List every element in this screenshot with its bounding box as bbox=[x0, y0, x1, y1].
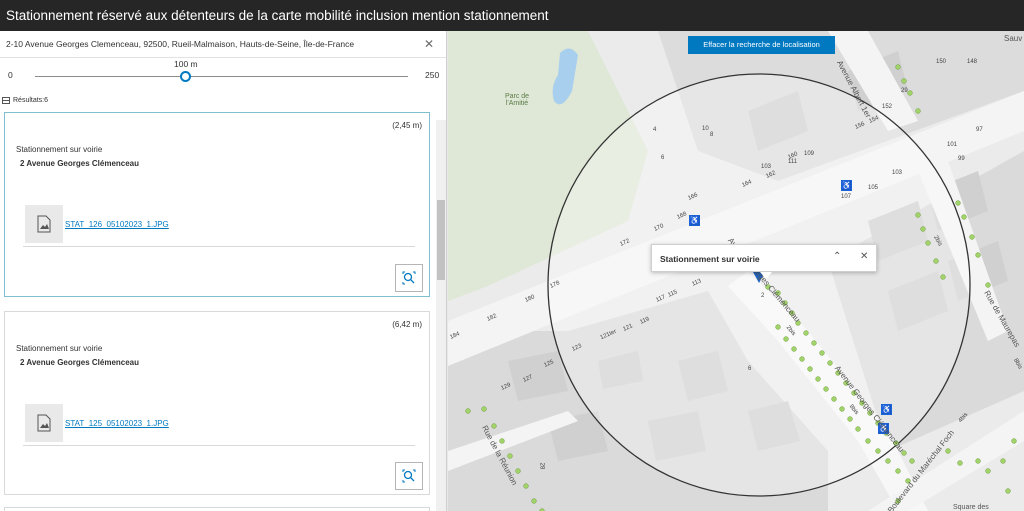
attachment-link[interactable]: STAT_126_05102023_1.JPG bbox=[65, 220, 169, 229]
image-file-icon bbox=[25, 404, 63, 442]
house-number: 6 bbox=[748, 366, 752, 372]
zoom-to-icon bbox=[402, 469, 416, 483]
street-label: Sauv bbox=[1004, 34, 1023, 43]
street-label: Square des bbox=[953, 504, 989, 511]
house-number: 99 bbox=[958, 156, 965, 162]
house-number: 107 bbox=[841, 194, 852, 200]
house-number: 10 bbox=[702, 126, 709, 132]
distance-slider[interactable]: 0 100 m 250 bbox=[0, 58, 446, 92]
result-type: Stationnement sur voirie bbox=[16, 145, 103, 154]
park-label: Parc de l'Amitié bbox=[504, 93, 530, 107]
slider-min-label: 0 bbox=[8, 70, 13, 80]
results-label: Résultats:6 bbox=[13, 97, 49, 104]
zoom-to-icon bbox=[402, 271, 416, 285]
zoom-to-button[interactable] bbox=[395, 264, 423, 292]
slider-thumb[interactable] bbox=[180, 71, 191, 82]
zoom-to-button[interactable] bbox=[395, 462, 423, 490]
table-icon bbox=[2, 97, 10, 104]
map-view[interactable]: ♿ ♿ ♿ ♿ Parc de l'Amitié Avenue Albert 1… bbox=[448, 31, 1024, 511]
result-card[interactable]: (6,42 m) Stationnement sur voirie 2 Aven… bbox=[4, 311, 430, 495]
attachment-item: STAT_125_05102023_1.JPG bbox=[23, 404, 415, 446]
accessible-parking-icon[interactable]: ♿ bbox=[881, 404, 892, 415]
popup-pointer bbox=[760, 272, 772, 279]
address-text: 2-10 Avenue Georges Clemenceau, 92500, R… bbox=[6, 39, 355, 49]
distance-label: (2,45 m) bbox=[392, 121, 422, 130]
close-icon[interactable]: ✕ bbox=[424, 31, 434, 58]
house-number: 109 bbox=[804, 151, 815, 157]
close-icon[interactable]: ✕ bbox=[860, 251, 868, 262]
slider-track[interactable] bbox=[35, 76, 408, 77]
house-number: 103 bbox=[892, 170, 903, 176]
result-street: 2 Avenue Georges Clémenceau bbox=[20, 358, 140, 367]
address-bar: 2-10 Avenue Georges Clemenceau, 92500, R… bbox=[0, 31, 446, 58]
house-number: 2 bbox=[761, 293, 765, 299]
slider-value-label: 100 m bbox=[174, 59, 198, 69]
app-title: Stationnement réservé aux détenteurs de … bbox=[0, 0, 1024, 31]
popup-title: Stationnement sur voirie bbox=[660, 254, 760, 264]
result-card[interactable] bbox=[4, 507, 430, 511]
house-number: 103 bbox=[761, 164, 772, 170]
search-radius-circle bbox=[547, 73, 971, 497]
image-file-icon bbox=[25, 205, 63, 243]
house-number: 152 bbox=[882, 104, 893, 110]
house-number: 101 bbox=[947, 142, 958, 148]
attachment-link[interactable]: STAT_125_05102023_1.JPG bbox=[65, 419, 169, 428]
house-number: 148 bbox=[967, 59, 978, 65]
house-number: 6 bbox=[661, 155, 665, 161]
results-count: Résultats:6 bbox=[0, 92, 446, 109]
attachment-item: STAT_126_05102023_1.JPG bbox=[23, 205, 415, 247]
feature-popup: Stationnement sur voirie ⌃ ✕ bbox=[651, 244, 877, 279]
house-number: 8 bbox=[710, 132, 714, 138]
results-panel: 2-10 Avenue Georges Clemenceau, 92500, R… bbox=[0, 31, 447, 511]
scrollbar-thumb[interactable] bbox=[437, 200, 445, 280]
result-card[interactable]: (2,45 m) Stationnement sur voirie 2 Aven… bbox=[4, 112, 430, 297]
chevron-up-icon[interactable]: ⌃ bbox=[833, 251, 841, 262]
house-number: 97 bbox=[976, 127, 983, 133]
house-number: 29 bbox=[901, 88, 908, 94]
house-number: 4 bbox=[653, 127, 657, 133]
result-type: Stationnement sur voirie bbox=[16, 344, 103, 353]
house-number: 105 bbox=[868, 185, 879, 191]
accessible-parking-icon[interactable]: ♿ bbox=[689, 215, 700, 226]
accessible-parking-icon[interactable]: ♿ bbox=[841, 180, 852, 191]
distance-label: (6,42 m) bbox=[392, 320, 422, 329]
result-street: 2 Avenue Georges Clémenceau bbox=[20, 159, 140, 168]
house-number: 150 bbox=[936, 59, 947, 65]
clear-location-search-button[interactable]: Effacer la recherche de localisation bbox=[688, 36, 835, 54]
house-number: 111 bbox=[788, 159, 798, 165]
house-number: 28 bbox=[538, 462, 545, 470]
slider-max-label: 250 bbox=[425, 70, 440, 80]
panel-scrollbar[interactable] bbox=[436, 120, 446, 511]
